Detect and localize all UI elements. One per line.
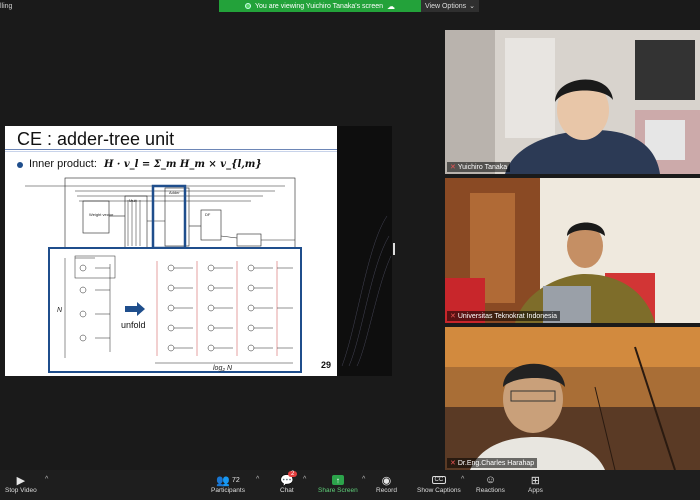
reactions-label: Reactions bbox=[476, 487, 505, 494]
apps-button[interactable]: ⊞ Apps bbox=[528, 473, 543, 495]
chat-label: Chat bbox=[280, 487, 294, 494]
captions-options-chevron-icon[interactable]: ^ bbox=[461, 476, 464, 483]
viewing-text: You are viewing Yuichiro Tanaka's screen bbox=[254, 2, 384, 10]
chat-button[interactable]: 💬 2 Chat bbox=[280, 471, 298, 494]
stop-video-button[interactable]: ▶ Stop Video bbox=[5, 473, 37, 495]
chat-bubble-icon: 💬 2 bbox=[280, 471, 298, 487]
share-screen-button[interactable]: ↑ Share Screen bbox=[318, 473, 358, 494]
participant-name: Universitas Teknokrat Indonesia bbox=[457, 312, 557, 320]
participant-name-tag: ✕ Dr.Eng.Charles Harahap bbox=[447, 458, 538, 468]
apps-icon: ⊞ bbox=[530, 474, 541, 487]
participant-video-tile[interactable]: ✕ Yuichiro Tanaka bbox=[445, 30, 700, 174]
stop-video-label: Stop Video bbox=[5, 487, 37, 494]
muted-mic-icon: ✕ bbox=[450, 164, 456, 171]
video-options-chevron-icon[interactable]: ^ bbox=[45, 476, 48, 483]
slide-page-number: 29 bbox=[320, 360, 331, 370]
share-arrow-icon: ↑ bbox=[331, 473, 344, 487]
reaction-icon: ☺ bbox=[484, 474, 497, 486]
window-corner-label: lling bbox=[0, 3, 13, 10]
show-captions-label: Show Captions bbox=[417, 487, 461, 494]
participants-count: 72 bbox=[231, 476, 240, 484]
view-options-button[interactable]: View Options ⌄ bbox=[421, 0, 479, 12]
participant-name-tag: ✕ Yuichiro Tanaka bbox=[447, 162, 511, 172]
shared-slide: CE : adder-tree unit Inner product: H · … bbox=[5, 126, 337, 376]
show-captions-button[interactable]: CC Show Captions bbox=[417, 473, 461, 494]
video-frame bbox=[445, 327, 700, 470]
captions-icon: CC bbox=[431, 473, 447, 487]
participants-options-chevron-icon[interactable]: ^ bbox=[256, 476, 259, 483]
slide-dark-margin bbox=[337, 126, 392, 376]
participants-label: Participants bbox=[211, 487, 245, 494]
participant-name: Yuichiro Tanaka bbox=[457, 163, 508, 171]
video-camera-icon: ▶ bbox=[16, 474, 26, 487]
view-options-label: View Options bbox=[425, 2, 467, 10]
reactions-button[interactable]: ☺ Reactions bbox=[476, 473, 505, 494]
adder-tree-diagram: Weight vector Mult Adder DF N unfold log… bbox=[25, 177, 302, 373]
viewing-banner: You are viewing Yuichiro Tanaka's screen… bbox=[219, 0, 421, 12]
log-axis-label: log₂ N bbox=[213, 365, 233, 372]
cloud-icon: ☁ bbox=[387, 1, 396, 11]
chat-options-chevron-icon[interactable]: ^ bbox=[303, 476, 306, 483]
unfold-label: unfold bbox=[121, 320, 146, 330]
weight-vector-label: Weight vector bbox=[89, 212, 114, 217]
chevron-down-icon: ⌄ bbox=[469, 3, 475, 10]
split-drag-handle[interactable] bbox=[393, 243, 395, 255]
muted-mic-icon: ✕ bbox=[450, 313, 456, 320]
participants-icon: 👥 72 bbox=[216, 474, 240, 487]
record-label: Record bbox=[376, 487, 397, 494]
participant-video-tile[interactable]: ✕ Dr.Eng.Charles Harahap bbox=[445, 327, 700, 470]
video-frame bbox=[445, 30, 700, 174]
record-icon: ◉ bbox=[381, 474, 392, 487]
share-options-chevron-icon[interactable]: ^ bbox=[362, 476, 365, 483]
participant-name-tag: ✕ Universitas Teknokrat Indonesia bbox=[447, 311, 560, 321]
apps-label: Apps bbox=[528, 487, 543, 494]
share-screen-label: Share Screen bbox=[318, 487, 358, 494]
status-dot-icon bbox=[244, 3, 251, 9]
record-button[interactable]: ◉ Record bbox=[376, 473, 397, 495]
muted-mic-icon: ✕ bbox=[450, 460, 456, 467]
video-frame bbox=[445, 178, 700, 323]
participant-video-tile[interactable]: ✕ Universitas Teknokrat Indonesia bbox=[445, 178, 700, 323]
chat-unread-badge: 2 bbox=[288, 471, 298, 477]
df-label: DF bbox=[205, 212, 211, 217]
participant-name: Dr.Eng.Charles Harahap bbox=[457, 459, 535, 467]
adder-label: Adder bbox=[169, 190, 180, 195]
participants-button[interactable]: 👥 72 Participants bbox=[211, 473, 245, 495]
mult-label: Mult bbox=[129, 198, 137, 203]
